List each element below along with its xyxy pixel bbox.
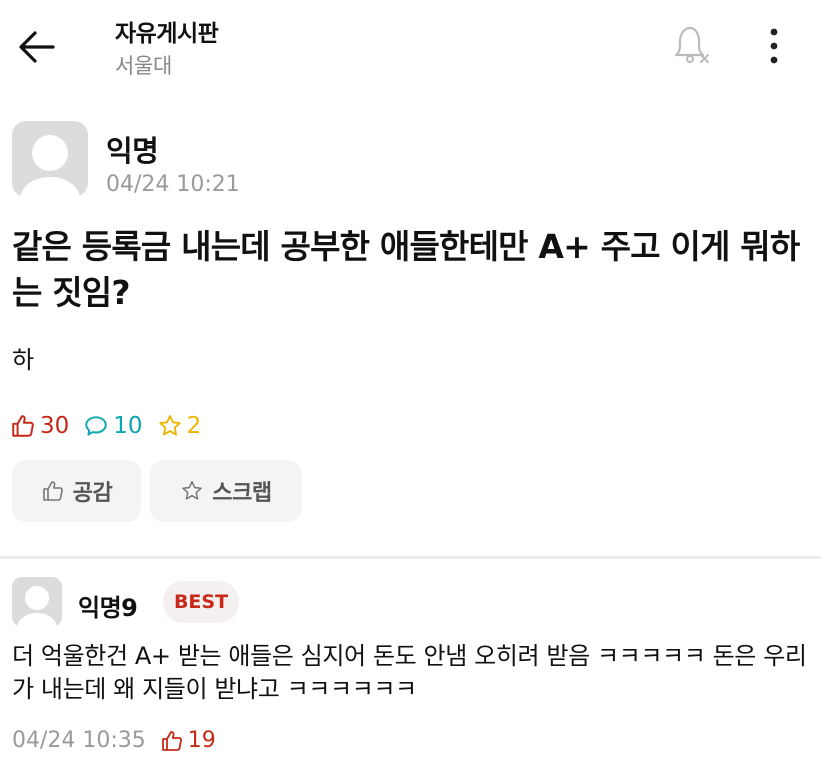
best-badge: BEST (163, 581, 239, 623)
anonymous-avatar-icon (17, 586, 57, 627)
comment-like-count: 19 (160, 728, 216, 753)
thumbs-up-icon (161, 730, 182, 751)
thumbs-up-icon (41, 479, 65, 503)
board-title: 자유게시판 (115, 21, 219, 47)
comment-timestamp: 04/24 10:35 (12, 728, 146, 753)
more-vertical-icon (770, 28, 778, 64)
comment-meta: 04/24 10:35 19 (12, 728, 216, 753)
star-icon (180, 479, 204, 503)
comment-author-avatar (12, 577, 62, 627)
back-button[interactable] (14, 24, 60, 70)
like-count-value: 30 (40, 413, 70, 439)
like-button[interactable]: 공감 (12, 460, 141, 522)
post-body: 하 (12, 346, 35, 374)
author-avatar (12, 121, 88, 197)
like-button-label: 공감 (72, 481, 113, 506)
star-icon (158, 415, 181, 436)
post-title: 같은 등록금 내는데 공부한 애들한테만 A+ 주고 이게 뭐하는 짓임? (12, 227, 800, 312)
like-count: 30 (10, 413, 69, 439)
comment-body: 더 억울한건 A+ 받는 애들은 심지어 돈도 안냄 오히려 받음 ㅋㅋㅋㅋㅋ … (12, 642, 807, 703)
thumbs-up-icon (12, 415, 34, 437)
anonymous-avatar-icon (20, 135, 80, 197)
comment-author: 익명9 (78, 594, 138, 622)
arrow-left-icon (19, 31, 55, 63)
post-stats: 30 10 2 (10, 410, 215, 442)
post-author: 익명 (106, 134, 159, 168)
scrap-count: 2 (157, 413, 202, 439)
post-timestamp: 04/24 10:21 (106, 172, 240, 197)
notification-toggle-button[interactable] (668, 20, 716, 68)
comment-icon (85, 416, 108, 436)
section-divider (0, 556, 821, 559)
comment-count-value: 10 (113, 413, 143, 439)
board-school: 서울대 (115, 54, 173, 78)
scrap-button[interactable]: 스크랩 (150, 460, 302, 522)
scrap-count-value: 2 (186, 413, 202, 439)
bell-off-icon (674, 26, 709, 63)
scrap-button-label: 스크랩 (212, 481, 272, 506)
more-options-button[interactable] (762, 24, 786, 68)
comment-like-value: 19 (187, 728, 216, 753)
comment-count: 10 (83, 413, 143, 439)
